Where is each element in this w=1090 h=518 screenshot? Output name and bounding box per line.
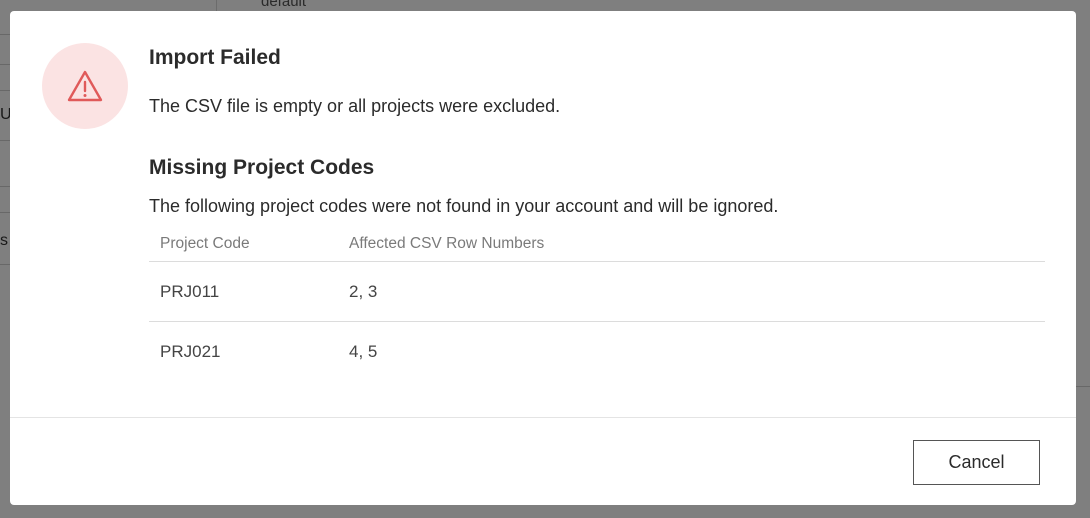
dialog-content: Import Failed The CSV file is empty or a… [149,43,1045,381]
cancel-button[interactable]: Cancel [913,440,1040,485]
missing-codes-heading: Missing Project Codes [149,156,375,179]
column-header-project-code: Project Code [160,235,250,252]
warning-triangle-icon [67,70,103,102]
project-code-cell: PRJ021 [160,341,221,361]
dialog-message: The CSV file is empty or all projects we… [149,96,561,116]
table-row: PRJ011 2, 3 [149,262,1045,322]
column-header-affected-rows: Affected CSV Row Numbers [349,235,545,252]
missing-codes-table: Project Code Affected CSV Row Numbers PR… [149,227,1045,381]
affected-rows-cell: 2, 3 [349,281,378,301]
import-failed-dialog: Import Failed The CSV file is empty or a… [10,11,1076,505]
dialog-footer: Cancel [10,417,1076,505]
table-header: Project Code Affected CSV Row Numbers [149,227,1045,262]
dialog-title: Import Failed [149,46,281,69]
affected-rows-cell: 4, 5 [349,341,378,361]
project-code-cell: PRJ011 [160,281,220,301]
missing-codes-description: The following project codes were not fou… [149,196,779,216]
table-row: PRJ021 4, 5 [149,322,1045,381]
warning-icon-badge [42,43,128,129]
